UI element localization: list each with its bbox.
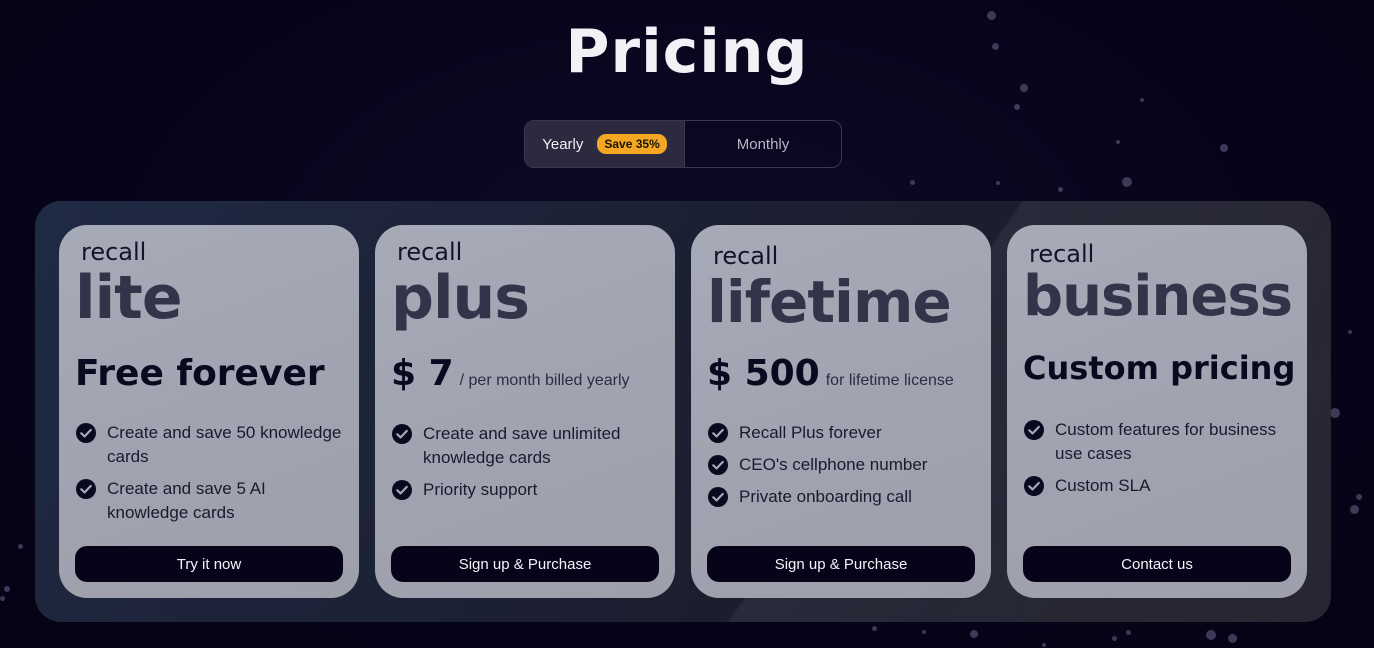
yearly-option[interactable]: Yearly Save 35% bbox=[525, 121, 685, 167]
price-main: $ 500 bbox=[707, 353, 820, 394]
check-circle-icon bbox=[1024, 420, 1044, 440]
contact-us-button[interactable]: Contact us bbox=[1023, 546, 1291, 582]
brand-wordmark: recall bbox=[1029, 240, 1095, 268]
feature-item: CEO's cellphone number bbox=[707, 453, 977, 477]
plan-name: plus bbox=[391, 263, 530, 333]
feature-text: Custom features for business use cases bbox=[1055, 420, 1277, 463]
check-circle-icon bbox=[392, 480, 412, 500]
price-row: Free forever bbox=[75, 353, 325, 394]
check-circle-icon bbox=[708, 423, 728, 443]
price-note: / per month billed yearly bbox=[459, 372, 630, 389]
feature-item: Custom features for business use cases bbox=[1023, 418, 1293, 466]
check-circle-icon bbox=[708, 455, 728, 475]
price-main: Free forever bbox=[75, 353, 325, 394]
check-circle-icon bbox=[76, 423, 96, 443]
check-circle-icon bbox=[708, 487, 728, 507]
feature-text: Private onboarding call bbox=[739, 487, 912, 506]
price-main: Custom pricing bbox=[1023, 349, 1296, 387]
price-row: $ 500 for lifetime license bbox=[707, 353, 954, 394]
check-circle-icon bbox=[1024, 476, 1044, 496]
price-main: $ 7 bbox=[391, 353, 454, 394]
price-note: for lifetime license bbox=[825, 372, 954, 389]
feature-text: Create and save 5 AI knowledge cards bbox=[107, 479, 266, 522]
sign-up-purchase-button[interactable]: Sign up & Purchase bbox=[707, 546, 975, 582]
feature-item: Custom SLA bbox=[1023, 474, 1293, 498]
feature-item: Create and save unlimited knowledge card… bbox=[391, 422, 661, 470]
feature-text: CEO's cellphone number bbox=[739, 455, 928, 474]
feature-text: Custom SLA bbox=[1055, 476, 1151, 495]
plan-card-business: recall business Custom pricing Custom fe… bbox=[1007, 225, 1307, 598]
feature-text: Recall Plus forever bbox=[739, 423, 882, 442]
plan-card-plus: recall plus $ 7 / per month billed yearl… bbox=[375, 225, 675, 598]
plan-card-lite: recall lite Free forever Create and save… bbox=[59, 225, 359, 598]
brand-wordmark: recall bbox=[713, 242, 779, 270]
brand-wordmark: recall bbox=[81, 238, 147, 266]
billing-period-toggle: Yearly Save 35% Monthly bbox=[524, 120, 842, 168]
plan-name: business bbox=[1023, 264, 1293, 329]
feature-item: Priority support bbox=[391, 478, 661, 502]
plan-name: lite bbox=[75, 263, 183, 333]
feature-list: Create and save unlimited knowledge card… bbox=[391, 422, 661, 510]
monthly-option[interactable]: Monthly bbox=[685, 121, 841, 167]
page-title: Pricing bbox=[565, 17, 809, 87]
save-badge: Save 35% bbox=[597, 134, 667, 154]
monthly-label: Monthly bbox=[736, 135, 790, 153]
check-circle-icon bbox=[392, 424, 412, 444]
feature-item: Recall Plus forever bbox=[707, 421, 977, 445]
price-row: Custom pricing bbox=[1023, 349, 1295, 387]
feature-list: Create and save 50 knowledge cards Creat… bbox=[75, 421, 345, 533]
feature-text: Priority support bbox=[423, 480, 538, 499]
feature-list: Custom features for business use cases C… bbox=[1023, 418, 1293, 506]
feature-list: Recall Plus forever CEO's cellphone numb… bbox=[707, 421, 977, 517]
pricing-page: Pricing Yearly Save 35% Monthly recall l… bbox=[0, 0, 1374, 648]
brand-wordmark: recall bbox=[397, 238, 463, 266]
try-it-now-button[interactable]: Try it now bbox=[75, 546, 343, 582]
feature-text: Create and save unlimited knowledge card… bbox=[423, 424, 621, 467]
feature-text: Create and save 50 knowledge cards bbox=[107, 423, 342, 466]
feature-item: Private onboarding call bbox=[707, 485, 977, 509]
check-circle-icon bbox=[76, 479, 96, 499]
plan-name: lifetime bbox=[707, 268, 952, 336]
price-row: $ 7 / per month billed yearly bbox=[391, 353, 630, 394]
feature-item: Create and save 50 knowledge cards bbox=[75, 421, 345, 469]
plan-card-lifetime: recall lifetime $ 500 for lifetime licen… bbox=[691, 225, 991, 598]
sign-up-purchase-button[interactable]: Sign up & Purchase bbox=[391, 546, 659, 582]
feature-item: Create and save 5 AI knowledge cards bbox=[75, 477, 345, 525]
yearly-label: Yearly bbox=[542, 135, 584, 153]
